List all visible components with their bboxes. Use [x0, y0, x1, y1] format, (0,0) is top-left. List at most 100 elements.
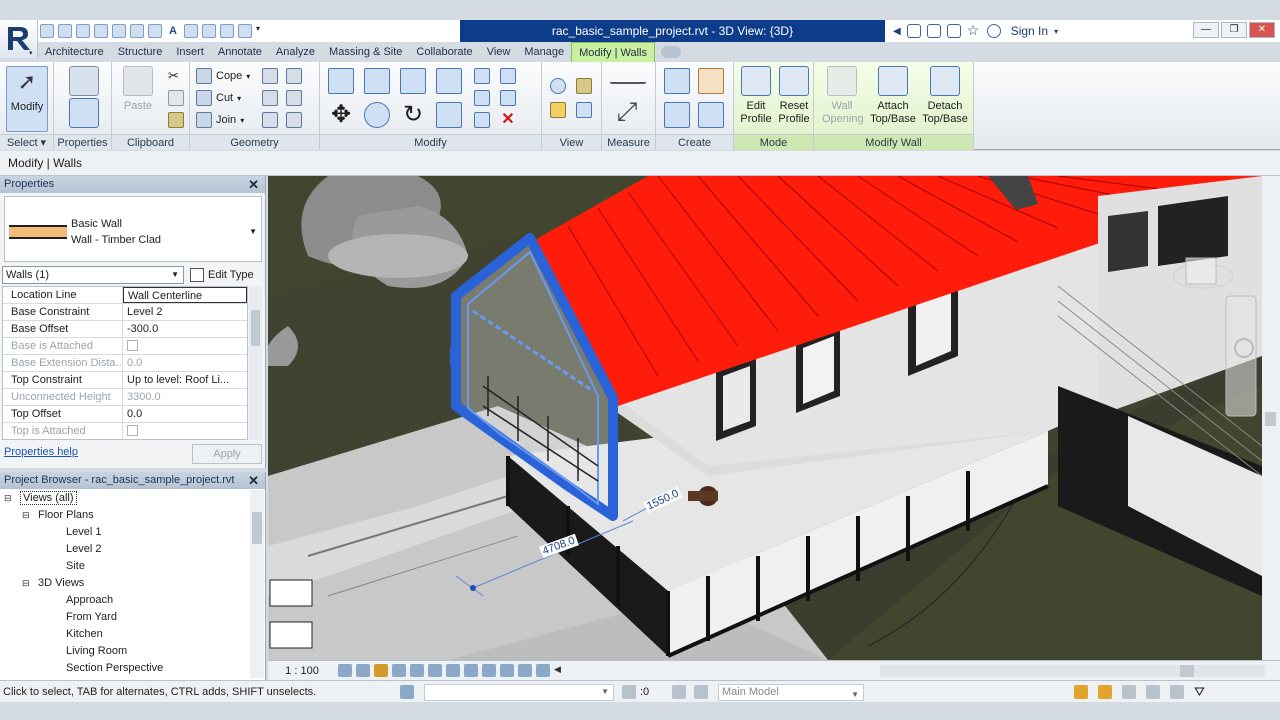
- align-icon[interactable]: [328, 68, 354, 94]
- scroll-thumb[interactable]: [1180, 665, 1194, 677]
- attach-top-base-button[interactable]: Attach Top/Base: [870, 66, 916, 132]
- drag-on-selection-icon[interactable]: [1170, 685, 1184, 699]
- user-icon[interactable]: [986, 24, 1001, 38]
- temporary-hide-icon[interactable]: [482, 664, 496, 677]
- reveal-hidden-icon[interactable]: [500, 664, 514, 677]
- remove-paint-icon[interactable]: [286, 112, 302, 128]
- demolish-icon[interactable]: [262, 112, 278, 128]
- chevron-down-icon[interactable]: ▼: [249, 227, 257, 236]
- tab-collaborate[interactable]: Collaborate: [409, 42, 479, 62]
- tab-insert[interactable]: Insert: [169, 42, 211, 62]
- tree-node[interactable]: Kitchen: [0, 626, 250, 643]
- property-value[interactable]: 0.0: [123, 406, 247, 422]
- close-button[interactable]: ✕: [1249, 22, 1275, 38]
- properties-help-link[interactable]: Properties help: [4, 446, 78, 458]
- close-icon[interactable]: ✕: [248, 472, 259, 489]
- redo-icon[interactable]: [94, 24, 108, 38]
- close-windows-icon[interactable]: [238, 24, 252, 38]
- text-icon[interactable]: A: [166, 24, 180, 38]
- tab-modify-walls[interactable]: Modify | Walls: [571, 42, 655, 62]
- analysis-display-icon[interactable]: [518, 664, 532, 677]
- crop-view-icon[interactable]: [428, 664, 442, 677]
- left-arrow-icon[interactable]: ◀: [893, 26, 901, 37]
- worksets-icon[interactable]: [400, 685, 414, 699]
- scroll-thumb[interactable]: [1265, 412, 1276, 426]
- save-icon[interactable]: [58, 24, 72, 38]
- scroll-thumb[interactable]: [251, 310, 260, 346]
- tree-node[interactable]: ⊟ Floor Plans: [0, 507, 250, 524]
- properties-scrollbar[interactable]: [249, 286, 262, 440]
- select-links-icon[interactable]: [1074, 685, 1088, 699]
- tab-architecture[interactable]: Architecture: [38, 42, 111, 62]
- detach-top-base-button[interactable]: Detach Top/Base: [920, 66, 970, 132]
- tree-node[interactable]: ⊟ 3D Views: [0, 575, 250, 592]
- tab-analyze[interactable]: Analyze: [269, 42, 322, 62]
- tab-massing-site[interactable]: Massing & Site: [322, 42, 409, 62]
- create-similar-icon[interactable]: [698, 102, 724, 128]
- tab-structure[interactable]: Structure: [111, 42, 170, 62]
- tree-node[interactable]: Level 2: [0, 541, 250, 558]
- instance-filter[interactable]: Walls (1) ▼: [2, 266, 184, 284]
- tree-node[interactable]: Site: [0, 558, 250, 575]
- lock-view-icon[interactable]: [464, 664, 478, 677]
- filter-selection-icon[interactable]: [622, 685, 636, 699]
- tree-node[interactable]: From Yard: [0, 609, 250, 626]
- tree-node[interactable]: Living Room: [0, 643, 250, 660]
- trim-icon[interactable]: [436, 102, 462, 128]
- dimension-icon[interactable]: [148, 24, 162, 38]
- customize-dropdown-icon[interactable]: ▾: [256, 24, 264, 38]
- paste-button[interactable]: Paste: [118, 66, 158, 132]
- collapse-icon[interactable]: ⊟: [4, 490, 14, 507]
- offset-icon[interactable]: [364, 68, 390, 94]
- properties-button[interactable]: [64, 98, 104, 130]
- property-value[interactable]: Up to level: Roof Li...: [123, 372, 247, 388]
- rotate-icon[interactable]: ↻: [400, 102, 426, 128]
- workset-selector[interactable]: ▼: [424, 684, 614, 701]
- star-icon[interactable]: ☆: [967, 23, 981, 38]
- open-icon[interactable]: [40, 24, 54, 38]
- hide-element-icon[interactable]: [550, 78, 566, 94]
- tree-node[interactable]: Section Perspective: [0, 660, 250, 677]
- default-3d-view-icon[interactable]: [184, 24, 198, 38]
- pin-icon[interactable]: [474, 112, 490, 128]
- property-row[interactable]: Base Constraint Level 2: [3, 304, 247, 321]
- undo-icon[interactable]: [76, 24, 90, 38]
- collapse-icon[interactable]: ⊟: [22, 575, 32, 592]
- sign-in-link[interactable]: Sign In: [1011, 24, 1048, 38]
- view-horizontal-scrollbar[interactable]: [880, 665, 1265, 677]
- sun-path-icon[interactable]: [374, 664, 388, 677]
- view-collapse-icon[interactable]: ◀: [554, 664, 568, 677]
- split-gap-icon[interactable]: [500, 68, 516, 84]
- editing-requests-icon[interactable]: [672, 685, 686, 699]
- delete-icon[interactable]: ✕: [500, 112, 516, 128]
- view-vertical-scrollbar[interactable]: [1262, 176, 1280, 660]
- reset-profile-button[interactable]: Reset Profile: [774, 66, 814, 132]
- paint-icon[interactable]: [286, 90, 302, 106]
- chevron-down-icon[interactable]: ▼: [601, 687, 609, 696]
- tree-node[interactable]: Level 1: [0, 524, 250, 541]
- cut-icon[interactable]: ✂: [168, 68, 184, 84]
- section-icon[interactable]: [202, 24, 216, 38]
- minimize-button[interactable]: —: [1193, 22, 1219, 38]
- tree-node[interactable]: Approach: [0, 592, 250, 609]
- property-row[interactable]: Base Extension Dista... 0.0: [3, 355, 247, 372]
- cope-button[interactable]: Cope ▾: [196, 66, 250, 86]
- show-crop-icon[interactable]: [446, 664, 460, 677]
- move-icon[interactable]: ✥: [328, 102, 354, 128]
- rendering-icon[interactable]: [410, 664, 424, 677]
- override-graphics-icon[interactable]: [576, 78, 592, 94]
- select-pinned-icon[interactable]: [1122, 685, 1136, 699]
- cut-geometry-button[interactable]: Cut ▾: [196, 88, 241, 108]
- highlight-displacement-icon[interactable]: [536, 664, 550, 677]
- tab-view[interactable]: View: [480, 42, 518, 62]
- help-icon[interactable]: [946, 24, 961, 38]
- chevron-down-icon[interactable]: ▼: [851, 687, 859, 702]
- edit-profile-button[interactable]: Edit Profile: [736, 66, 776, 132]
- property-value[interactable]: Wall Centerline: [123, 287, 247, 303]
- detail-level-icon[interactable]: [338, 664, 352, 677]
- scroll-thumb[interactable]: [252, 512, 262, 544]
- linework-icon[interactable]: [550, 102, 566, 118]
- panel-select-label[interactable]: Select ▾: [0, 134, 53, 150]
- navigation-bar[interactable]: [1226, 296, 1256, 416]
- browser-scrollbar[interactable]: [250, 490, 264, 678]
